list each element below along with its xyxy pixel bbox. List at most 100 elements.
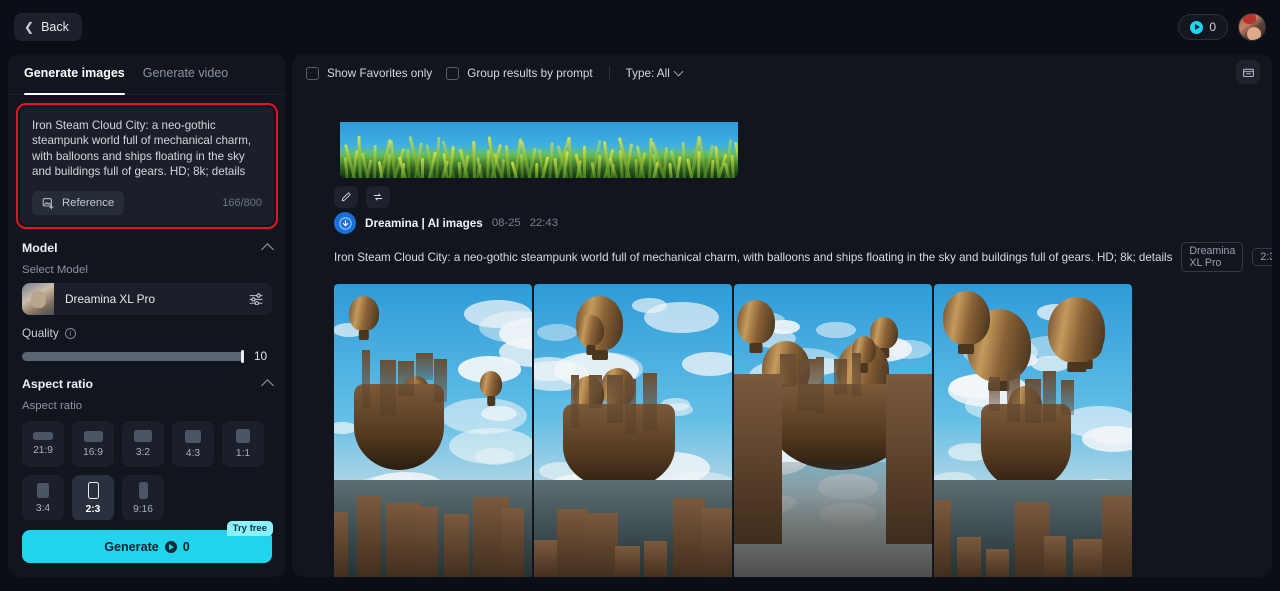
city-building bbox=[334, 511, 348, 577]
aspect-ratio-3-2[interactable]: 3:2 bbox=[122, 421, 164, 468]
aspect-ratio-shape bbox=[33, 432, 53, 441]
gothic-tower bbox=[589, 374, 602, 409]
grass-blade bbox=[667, 162, 673, 178]
aspect-sub-label: Aspect ratio bbox=[22, 400, 83, 413]
grass-blade bbox=[471, 140, 476, 178]
aspect-ratio-label: 9:16 bbox=[133, 503, 153, 515]
aspect-ratio-9-16[interactable]: 9:16 bbox=[122, 475, 164, 522]
quality-value: 10 bbox=[254, 349, 268, 364]
previous-result-image[interactable] bbox=[340, 122, 738, 178]
edit-pencil-icon bbox=[341, 192, 351, 202]
aspect-ratio-21-9[interactable]: 21:9 bbox=[22, 421, 64, 468]
aspect-ratio-label: 3:4 bbox=[35, 502, 51, 514]
show-favorites-only-checkbox[interactable]: Show Favorites only bbox=[306, 66, 433, 80]
grass-blade bbox=[405, 148, 411, 178]
reference-label: Reference bbox=[62, 197, 115, 210]
generated-image[interactable] bbox=[734, 284, 932, 577]
aspect-section-title: Aspect ratio bbox=[22, 377, 94, 392]
generated-image[interactable] bbox=[934, 284, 1132, 577]
aspect-ratio-label: 16:9 bbox=[83, 446, 103, 458]
gothic-tower bbox=[625, 379, 636, 434]
result-record: Dreamina | AI images 08-25 22:43 Iron St… bbox=[334, 212, 1272, 577]
tab-generate-images[interactable]: Generate images bbox=[24, 66, 125, 95]
tab-generate-images-label: Generate images bbox=[24, 66, 125, 80]
grass-blade bbox=[457, 161, 462, 178]
type-filter-dropdown[interactable]: Type: All bbox=[626, 66, 684, 80]
gothic-tower bbox=[416, 352, 433, 380]
chevron-down-icon bbox=[673, 66, 684, 77]
aspect-ratio-3-4[interactable]: 3:4 bbox=[22, 475, 64, 522]
chevron-up-icon[interactable] bbox=[261, 243, 274, 257]
city-building bbox=[444, 514, 469, 577]
try-free-badge: Try free bbox=[226, 521, 273, 536]
quality-slider-handle[interactable] bbox=[241, 349, 244, 363]
aspect-ratio-4-3[interactable]: 4:3 bbox=[172, 421, 214, 468]
gothic-tower bbox=[571, 375, 580, 428]
back-label: Back bbox=[41, 20, 69, 34]
city-building bbox=[502, 508, 525, 577]
city-building bbox=[673, 497, 706, 577]
user-avatar[interactable] bbox=[1238, 13, 1266, 41]
aspect-ratio-16-9[interactable]: 16:9 bbox=[72, 421, 114, 468]
result-header: Dreamina | AI images 08-25 22:43 bbox=[334, 212, 1272, 234]
quality-slider-row: 10 bbox=[8, 340, 286, 363]
grass-blade bbox=[583, 146, 586, 178]
archive-icon bbox=[1242, 68, 1254, 77]
hot-air-balloon bbox=[737, 300, 776, 345]
generated-image[interactable] bbox=[534, 284, 732, 577]
info-icon[interactable]: i bbox=[64, 327, 76, 339]
hot-air-balloon bbox=[1048, 297, 1106, 363]
gothic-tower bbox=[643, 372, 658, 432]
city-building bbox=[644, 540, 668, 577]
aspect-ratio-shape bbox=[87, 481, 99, 499]
city-building bbox=[934, 500, 951, 577]
back-button[interactable]: ❮ Back bbox=[14, 13, 82, 41]
model-thumbnail bbox=[22, 283, 54, 316]
grass-blade bbox=[340, 164, 343, 178]
sliders-icon[interactable] bbox=[249, 293, 263, 306]
model-selector[interactable]: Dreamina XL Pro bbox=[22, 283, 272, 316]
generate-cost: 0 bbox=[182, 539, 190, 554]
results-scroll-area[interactable]: Dreamina | AI images 08-25 22:43 Iron St… bbox=[292, 92, 1272, 577]
app-root: ❮ Back 0 Generate images Generate video … bbox=[0, 0, 1280, 591]
tab-generate-video[interactable]: Generate video bbox=[143, 66, 228, 94]
generate-button[interactable]: Generate 0 Try free bbox=[22, 521, 273, 563]
prompt-input[interactable]: Iron Steam Cloud City: a neo-gothic stea… bbox=[20, 107, 274, 226]
quality-header: Quality i bbox=[8, 315, 286, 340]
cloud bbox=[681, 351, 732, 376]
result-image-grid bbox=[334, 284, 1272, 577]
gothic-tower bbox=[1025, 378, 1042, 424]
quality-slider[interactable] bbox=[22, 349, 244, 363]
hot-air-balloon bbox=[480, 371, 503, 397]
result-prompt-text: Iron Steam Cloud City: a neo-gothic stea… bbox=[334, 250, 1173, 264]
archive-button[interactable] bbox=[1236, 60, 1260, 84]
gothic-tower bbox=[380, 359, 396, 416]
aspect-ratio-shape bbox=[185, 429, 201, 443]
aspect-ratio-shape bbox=[138, 481, 148, 499]
city-building bbox=[1102, 496, 1132, 577]
grass-blade bbox=[696, 150, 701, 178]
chevron-up-icon[interactable] bbox=[261, 379, 274, 393]
aspect-ratio-2-3[interactable]: 2:3 bbox=[72, 475, 114, 522]
hot-air-balloon bbox=[942, 290, 990, 346]
previous-result-actions bbox=[334, 186, 390, 208]
gothic-tower bbox=[434, 359, 447, 402]
grass-blade bbox=[730, 154, 735, 178]
tab-generate-video-label: Generate video bbox=[142, 66, 229, 80]
reference-button[interactable]: Reference bbox=[32, 191, 125, 216]
top-bar: ❮ Back 0 bbox=[0, 0, 1280, 54]
group-by-prompt-checkbox[interactable]: Group results by prompt bbox=[446, 66, 593, 80]
show-favorites-only-label: Show Favorites only bbox=[327, 66, 433, 80]
aspect-ratio-shape bbox=[37, 482, 49, 498]
gothic-tower bbox=[780, 353, 797, 387]
credits-pill[interactable]: 0 bbox=[1178, 14, 1228, 40]
aspect-ratio-1-1[interactable]: 1:1 bbox=[222, 421, 264, 468]
city-building bbox=[957, 536, 982, 577]
grass-blade bbox=[714, 146, 721, 178]
edit-button[interactable] bbox=[334, 186, 358, 208]
regenerate-button[interactable] bbox=[366, 186, 390, 208]
generated-image[interactable] bbox=[334, 284, 532, 577]
sidebar-tabs: Generate images Generate video bbox=[8, 54, 286, 95]
select-model-label: Select Model bbox=[22, 264, 88, 277]
hot-air-balloon bbox=[577, 314, 605, 347]
